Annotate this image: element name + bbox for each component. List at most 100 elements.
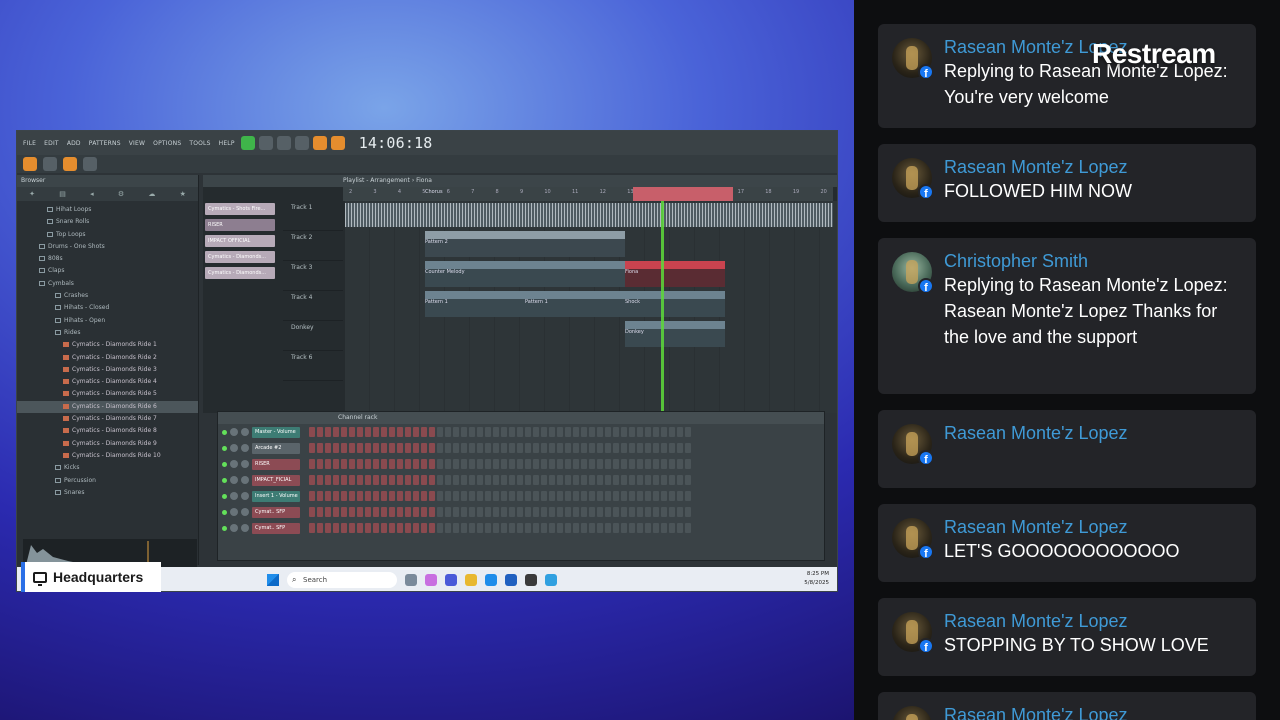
fl-studio-icon[interactable] — [525, 574, 537, 586]
step-button[interactable] — [605, 443, 611, 453]
step-button[interactable] — [333, 523, 339, 533]
step-button[interactable] — [309, 523, 315, 533]
volume-knob[interactable] — [241, 476, 249, 484]
step-button[interactable] — [501, 475, 507, 485]
browser-files-icon[interactable]: ▤ — [59, 190, 66, 198]
step-button[interactable] — [469, 507, 475, 517]
step-button[interactable] — [461, 507, 467, 517]
step-button[interactable] — [357, 491, 363, 501]
step-button[interactable] — [653, 507, 659, 517]
step-button[interactable] — [445, 491, 451, 501]
marker-chorus[interactable]: Chorus — [425, 189, 443, 195]
step-button[interactable] — [349, 475, 355, 485]
step-button[interactable] — [405, 523, 411, 533]
pattern-song-toggle[interactable] — [240, 136, 255, 150]
stop-button[interactable] — [276, 136, 291, 150]
step-button[interactable] — [389, 475, 395, 485]
step-button[interactable] — [365, 443, 371, 453]
step-button[interactable] — [477, 475, 483, 485]
step-button[interactable] — [509, 491, 515, 501]
step-button[interactable] — [381, 475, 387, 485]
browser-file[interactable]: Cymatics - Diamonds Ride 4 — [17, 376, 198, 388]
step-button[interactable] — [581, 459, 587, 469]
browser-file[interactable]: Cymatics - Diamonds Ride 8 — [17, 425, 198, 437]
step-button[interactable] — [389, 427, 395, 437]
browser-folder[interactable]: Cymbals — [17, 278, 198, 290]
metronome-button[interactable] — [312, 136, 327, 150]
step-button[interactable] — [493, 443, 499, 453]
step-button[interactable] — [357, 523, 363, 533]
step-button[interactable] — [549, 475, 555, 485]
step-button[interactable] — [549, 523, 555, 533]
step-button[interactable] — [677, 459, 683, 469]
step-button[interactable] — [589, 475, 595, 485]
volume-knob[interactable] — [241, 508, 249, 516]
step-button[interactable] — [397, 491, 403, 501]
playhead[interactable] — [661, 201, 664, 413]
channel-led-icon[interactable] — [222, 461, 227, 467]
step-button[interactable] — [501, 523, 507, 533]
step-button[interactable] — [653, 523, 659, 533]
step-button[interactable] — [581, 523, 587, 533]
step-button[interactable] — [397, 507, 403, 517]
channel-led-icon[interactable] — [222, 509, 227, 515]
step-button[interactable] — [317, 507, 323, 517]
step-button[interactable] — [533, 443, 539, 453]
step-button[interactable] — [653, 475, 659, 485]
step-button[interactable] — [541, 475, 547, 485]
track-label[interactable]: Track 4 — [283, 291, 343, 321]
loop-region-marker[interactable] — [633, 187, 733, 201]
step-button[interactable] — [341, 459, 347, 469]
step-button[interactable] — [685, 523, 691, 533]
step-button[interactable] — [461, 427, 467, 437]
browser-folder[interactable]: Snare Rolls — [17, 216, 198, 228]
step-button[interactable] — [613, 459, 619, 469]
step-button[interactable] — [453, 475, 459, 485]
step-button[interactable] — [325, 443, 331, 453]
step-button[interactable] — [373, 427, 379, 437]
step-button[interactable] — [485, 523, 491, 533]
step-button[interactable] — [453, 427, 459, 437]
browser-folder[interactable]: Rides — [17, 327, 198, 339]
step-button[interactable] — [573, 459, 579, 469]
browser-folder[interactable]: Percussion — [17, 475, 198, 487]
step-button[interactable] — [637, 443, 643, 453]
browser-file[interactable]: Cymatics - Diamonds Ride 5 — [17, 388, 198, 400]
step-button[interactable] — [501, 491, 507, 501]
step-button[interactable] — [629, 427, 635, 437]
step-button[interactable] — [349, 523, 355, 533]
pattern-item[interactable]: RISER — [205, 219, 275, 231]
step-button[interactable] — [477, 523, 483, 533]
step-button[interactable] — [605, 523, 611, 533]
pan-knob[interactable] — [230, 508, 238, 516]
step-button[interactable] — [613, 427, 619, 437]
step-button[interactable] — [317, 443, 323, 453]
step-button[interactable] — [573, 491, 579, 501]
step-button[interactable] — [429, 427, 435, 437]
step-button[interactable] — [365, 459, 371, 469]
step-button[interactable] — [661, 507, 667, 517]
step-button[interactable] — [373, 443, 379, 453]
step-button[interactable] — [421, 491, 427, 501]
audio-clip-track1[interactable] — [345, 203, 833, 227]
menu-patterns[interactable]: PATTERNS — [87, 140, 123, 147]
step-button[interactable] — [325, 507, 331, 517]
clip-pattern-2[interactable]: Pattern 2 — [425, 231, 625, 257]
step-button[interactable] — [661, 427, 667, 437]
step-button[interactable] — [437, 523, 443, 533]
step-button[interactable] — [517, 443, 523, 453]
step-button[interactable] — [413, 491, 419, 501]
channel-name-button[interactable]: Insert 1 - Volume — [252, 490, 300, 502]
step-button[interactable] — [429, 459, 435, 469]
step-button[interactable] — [341, 427, 347, 437]
step-button[interactable] — [421, 523, 427, 533]
step-button[interactable] — [621, 507, 627, 517]
step-button[interactable] — [589, 507, 595, 517]
step-button[interactable] — [469, 443, 475, 453]
step-button[interactable] — [549, 427, 555, 437]
channel-name-button[interactable]: Cymat.. SFP — [252, 522, 300, 534]
tool-pencil-icon[interactable] — [43, 157, 57, 171]
step-button[interactable] — [533, 427, 539, 437]
step-button[interactable] — [477, 443, 483, 453]
step-button[interactable] — [349, 507, 355, 517]
